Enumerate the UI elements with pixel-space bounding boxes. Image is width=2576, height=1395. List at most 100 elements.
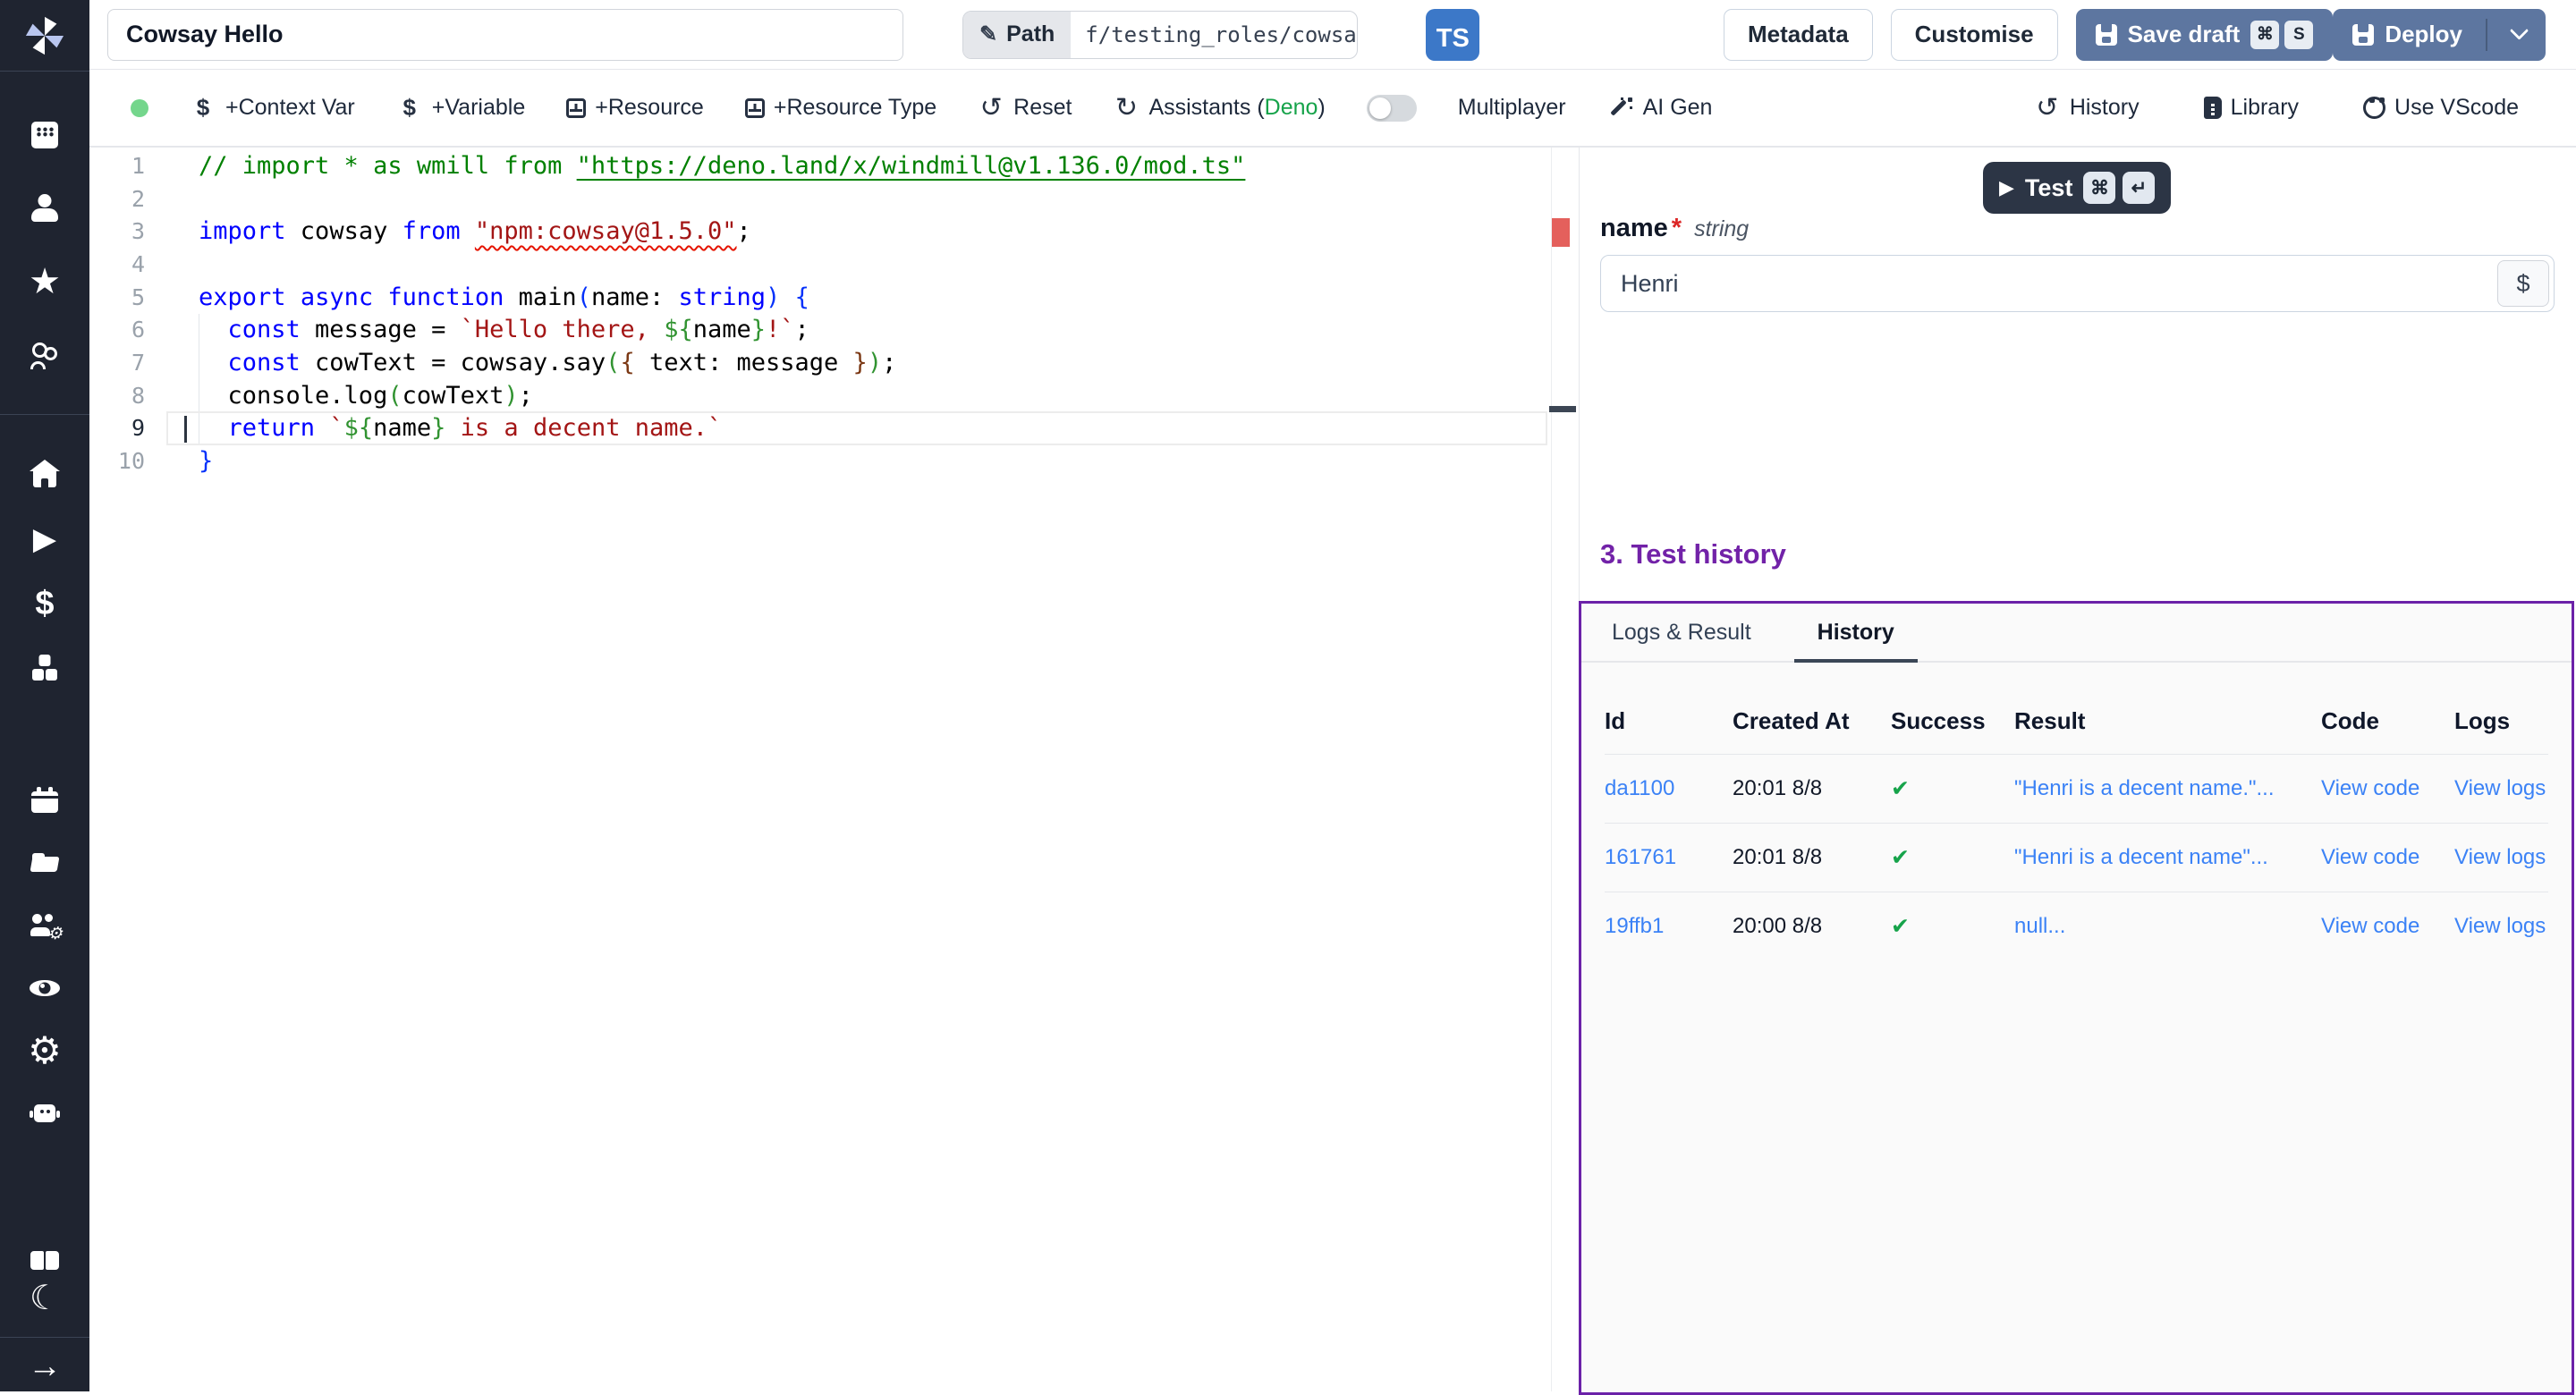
star-icon[interactable] [29, 266, 61, 298]
column-header: Code [2321, 707, 2454, 735]
dollar-icon [396, 95, 423, 122]
dollar-icon [190, 95, 216, 122]
use-vscode-button[interactable]: Use VScode [2363, 95, 2519, 121]
run-id-link[interactable]: 19ffb1 [1605, 914, 1733, 939]
line-number: 3 [89, 218, 145, 244]
add-resource-type-button[interactable]: +Resource Type [745, 95, 936, 121]
code-editor[interactable]: 1// import * as wmill from "https://deno… [89, 148, 1579, 1391]
code-line[interactable]: 5export async function main(name: string… [89, 281, 1546, 314]
result-link[interactable]: "Henri is a decent name."... [2014, 776, 2321, 801]
history-button[interactable]: History [2034, 95, 2140, 122]
toolbar-left: +Context Var +Variable +Resource +Resour… [131, 95, 1712, 122]
calendar-icon[interactable] [29, 784, 61, 816]
code-line[interactable]: 6 const message = `Hello there, ${name}!… [89, 313, 1546, 346]
name-argument-input[interactable] [1600, 255, 2555, 312]
deploy-save-icon [2352, 24, 2374, 46]
folder-icon[interactable] [29, 847, 61, 879]
column-header: Result [2014, 707, 2321, 735]
moon-icon[interactable] [29, 1282, 61, 1315]
main-area: 1// import * as wmill from "https://deno… [89, 148, 2576, 1391]
code-line[interactable]: 4 [89, 248, 1546, 281]
windmill-logo[interactable] [0, 0, 89, 72]
deploy-label: Deploy [2385, 21, 2462, 48]
sidebar-group [0, 784, 89, 1129]
view-code-link[interactable]: View code [2321, 776, 2454, 801]
path-chip[interactable]: ✎ Path [963, 12, 1071, 58]
typescript-badge: TS [1426, 9, 1479, 61]
path-value[interactable]: f/testing_roles/cowsa [1071, 12, 1357, 58]
deno-label: Deno [1265, 95, 1318, 120]
tab-logs-result[interactable]: Logs & Result [1612, 604, 1751, 661]
home-icon[interactable] [29, 459, 61, 491]
code-line[interactable]: 9 return `${name} is a decent name.` [89, 412, 1546, 445]
line-number: 10 [89, 448, 145, 474]
cursor-marker [1549, 406, 1576, 412]
line-number: 9 [89, 415, 145, 441]
eye-icon[interactable] [29, 972, 61, 1004]
argument-name: name [1600, 214, 1668, 243]
result-link[interactable]: null... [2014, 914, 2321, 939]
assistants-button[interactable]: Assistants (Deno) [1113, 95, 1325, 122]
add-resource-button[interactable]: +Resource [566, 95, 704, 121]
line-number: 6 [89, 317, 145, 342]
insert-variable-button[interactable]: $ [2497, 260, 2549, 307]
user-icon[interactable] [29, 192, 61, 224]
code-line[interactable]: 8 console.log(cowText); [89, 379, 1546, 412]
kbd-chip: ⌘ [2250, 21, 2279, 49]
package-icon [745, 98, 765, 118]
multiplayer-toggle[interactable] [1367, 95, 1417, 122]
view-logs-link[interactable]: View logs [2454, 845, 2548, 870]
view-code-link[interactable]: View code [2321, 845, 2454, 870]
multiplayer-label: Multiplayer [1458, 95, 1566, 121]
table-row: 19ffb120:00 8/8null...View codeView logs [1605, 892, 2548, 960]
users-icon[interactable] [29, 339, 61, 371]
column-header: Success [1891, 707, 2014, 735]
code-line[interactable]: 10} [89, 444, 1546, 478]
ai-gen-button[interactable]: AI Gen [1607, 95, 1713, 122]
view-logs-link[interactable]: View logs [2454, 914, 2548, 939]
pencil-icon: ✎ [979, 21, 997, 47]
code-line[interactable]: 1// import * as wmill from "https://deno… [89, 149, 1546, 182]
required-mark: * [1672, 214, 1682, 243]
cubes-icon[interactable] [29, 652, 61, 684]
add-context-var-button[interactable]: +Context Var [190, 95, 355, 122]
path-button[interactable]: ✎ Path f/testing_roles/cowsa [962, 11, 1358, 59]
gear-icon[interactable] [29, 1035, 61, 1067]
dollar-icon[interactable] [29, 588, 61, 620]
view-logs-link[interactable]: View logs [2454, 776, 2548, 801]
script-title-input[interactable] [107, 9, 903, 61]
refresh-icon [1113, 95, 1140, 122]
library-button[interactable]: Library [2204, 95, 2299, 121]
reset-button[interactable]: Reset [978, 95, 1072, 122]
arrow-right-icon[interactable] [29, 1350, 61, 1382]
sidebar-group [0, 119, 89, 371]
chevron-down-icon[interactable] [2510, 21, 2529, 40]
check-icon [1891, 776, 1910, 801]
book-icon[interactable] [29, 1245, 61, 1277]
code-line[interactable]: 2 [89, 182, 1546, 216]
table-header: IdCreated AtSuccessResultCodeLogs [1605, 688, 2548, 754]
tab-history[interactable]: History [1818, 604, 1894, 661]
test-button[interactable]: ▶ Test ⌘↵ [1983, 162, 2171, 214]
robot-icon[interactable] [29, 1097, 61, 1129]
view-code-link[interactable]: View code [2321, 914, 2454, 939]
deploy-button[interactable]: Deploy [2333, 9, 2546, 61]
code-line[interactable]: 3import cowsay from "npm:cowsay@1.5.0"; [89, 215, 1546, 248]
result-link[interactable]: "Henri is a decent name"... [2014, 845, 2321, 870]
metadata-button[interactable]: Metadata [1724, 9, 1873, 61]
code-text: // import * as wmill from "https://deno.… [199, 152, 1245, 180]
building-icon[interactable] [29, 119, 61, 151]
code-line[interactable]: 7 const cowText = cowsay.say({ text: mes… [89, 346, 1546, 379]
add-variable-button[interactable]: +Variable [396, 95, 525, 122]
deploy-divider [2486, 19, 2487, 51]
path-label: Path [1006, 21, 1055, 47]
line-number: 8 [89, 383, 145, 409]
customise-button[interactable]: Customise [1891, 9, 2058, 61]
save-draft-button[interactable]: Save draft ⌘S [2076, 9, 2334, 61]
code-content[interactable]: 1// import * as wmill from "https://deno… [89, 149, 1546, 478]
run-id-link[interactable]: da1100 [1605, 776, 1733, 801]
run-id-link[interactable]: 161761 [1605, 845, 1733, 870]
users-gear-icon[interactable] [29, 909, 61, 942]
play-icon[interactable] [29, 523, 61, 555]
test-history-panel: Logs & Result History IdCreated AtSuccess… [1579, 601, 2574, 1395]
